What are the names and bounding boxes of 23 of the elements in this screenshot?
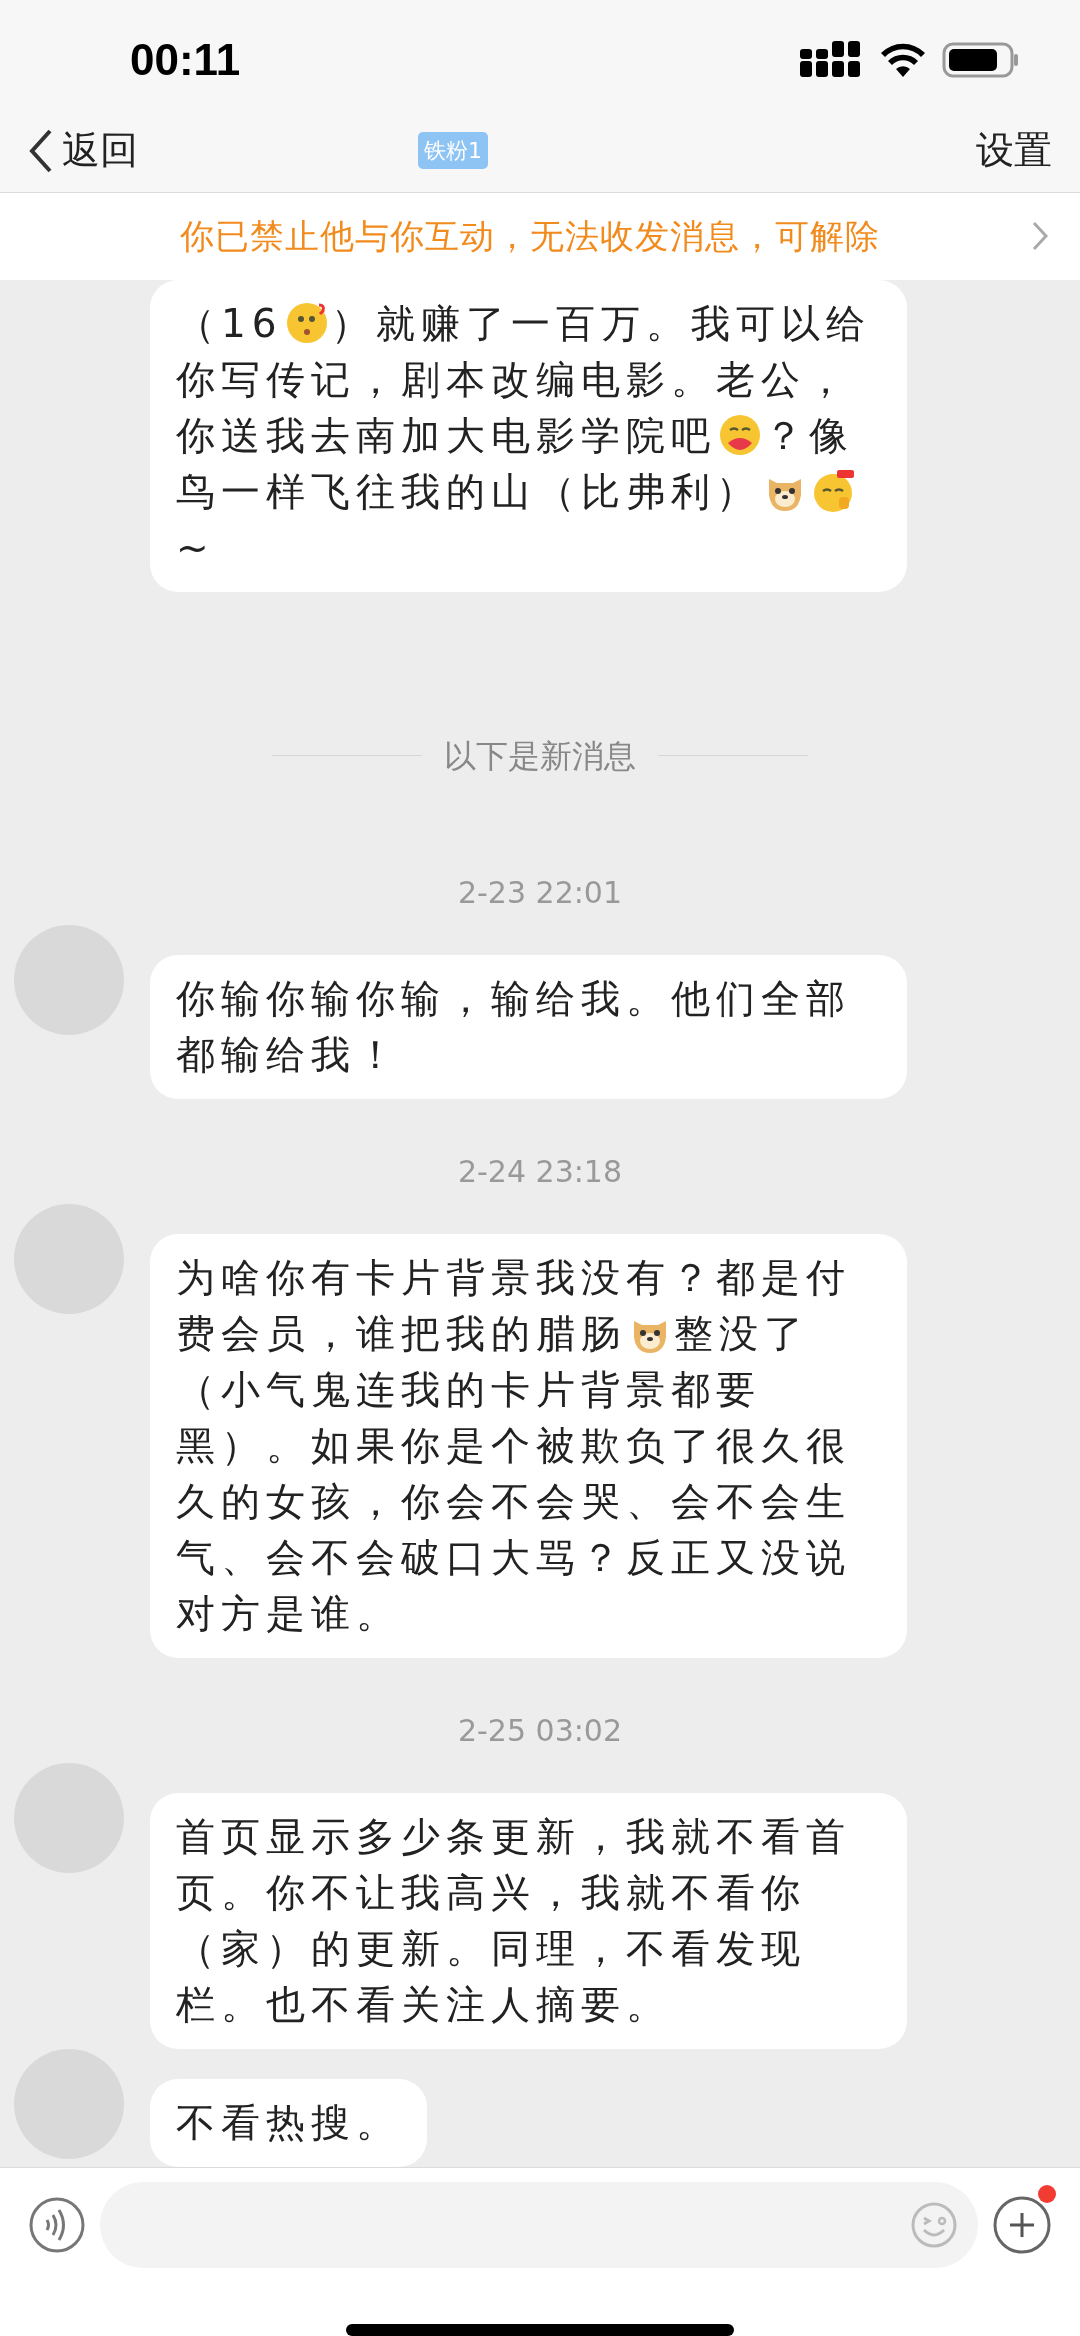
back-chevron-icon xyxy=(28,127,54,174)
voice-icon[interactable] xyxy=(28,2196,86,2254)
message-bubble: 你输你输你输，输给我。他们全部都输给我！ xyxy=(150,955,907,1099)
hugging-face-icon xyxy=(718,413,762,457)
timestamp: 2-23 22:01 xyxy=(457,874,623,912)
thumbs-up-face-icon xyxy=(811,469,855,513)
timestamp: 2-24 23:18 xyxy=(457,1153,623,1191)
settings-button[interactable]: 设置 xyxy=(976,122,1052,180)
chevron-right-icon xyxy=(1032,221,1048,252)
fan-badge: 铁粉1 xyxy=(418,132,488,170)
message-bubble: 首页显示多少条更新，我就不看首页。你不让我高兴，我就不看你（家）的更新。同理，不看发现栏。也不看关注人摘要。 xyxy=(150,1793,907,2049)
new-messages-divider: 以下是新消息 xyxy=(444,736,636,777)
plus-icon[interactable] xyxy=(992,2195,1052,2255)
back-button[interactable]: 返回 xyxy=(28,122,138,180)
surprised-face-icon xyxy=(284,301,329,345)
battery-icon xyxy=(942,41,1020,78)
message-bubble: 不看热搜。 xyxy=(150,2079,427,2167)
message-bubble: （16 ）就赚了一百万。我可以给你写传记，剧本改编电影。老公，你送我去南加大电影学院吧 ？像鸟一样飞往我的山（比弗利） ~ xyxy=(150,280,907,592)
timestamp: 2-25 03:02 xyxy=(457,1712,623,1750)
status-time: 00:11 xyxy=(130,33,241,86)
smiley-icon[interactable] xyxy=(910,2201,958,2249)
message-bubble: 为啥你有卡片背景我没有？都是付费会员，谁把我的腊肠 整没了（小气鬼连我的卡片背景都要黑）。如果你是个被欺负了很久很久的女孩，你会不会哭、会不会生气、会不会破口大骂？反正又没说对方是谁。 xyxy=(150,1234,907,1658)
blocked-notice: 你已禁止他与你互动，无法收发消息，可解除 xyxy=(180,214,880,258)
